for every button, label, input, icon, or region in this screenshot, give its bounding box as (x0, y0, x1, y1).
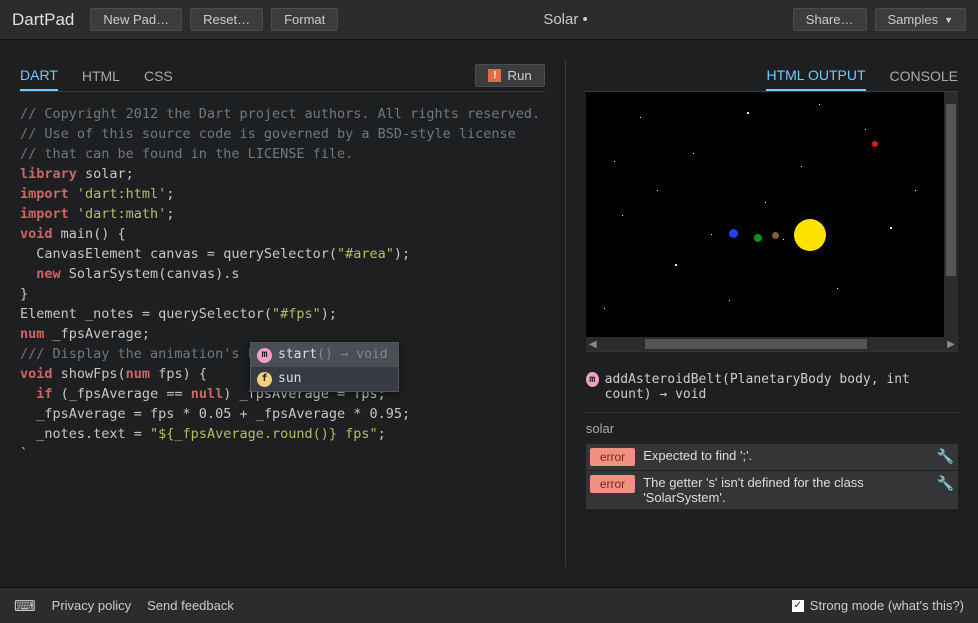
main-area: DART HTML CSS ! Run // Copyright 2012 th… (0, 40, 978, 587)
tab-css[interactable]: CSS (144, 62, 173, 90)
info-panel: m addAsteroidBelt(PlanetaryBody body, in… (586, 364, 958, 567)
signature-text: addAsteroidBelt(PlanetaryBody body, int … (605, 372, 958, 402)
code-line: void main() { (20, 224, 545, 244)
privacy-link[interactable]: Privacy policy (52, 598, 131, 613)
planet-red (872, 141, 878, 147)
tab-console[interactable]: CONSOLE (890, 62, 958, 90)
strong-mode-label: Strong mode (what's this?) (810, 598, 964, 613)
field-icon: f (257, 372, 272, 387)
error-row[interactable]: error Expected to find ';'. 🔧 (586, 444, 958, 471)
planet-green (754, 234, 762, 242)
autocomplete-popup: m start() → void f sun (250, 342, 399, 392)
code-line: CanvasElement canvas = querySelector("#a… (20, 244, 545, 264)
error-badge: error (590, 475, 635, 493)
autocomplete-item[interactable]: m start() → void (251, 343, 398, 367)
output-pane: HTML OUTPUT CONSOLE (586, 60, 958, 567)
chevron-down-icon: ▼ (944, 15, 953, 25)
new-pad-button[interactable]: New Pad… (90, 8, 182, 31)
error-row[interactable]: error The getter 's' isn't defined for t… (586, 471, 958, 510)
planet-brown (772, 232, 779, 239)
code-line: import 'dart:html'; (20, 184, 545, 204)
code-line: Element _notes = querySelector("#fps"); (20, 304, 545, 324)
method-icon: m (257, 348, 272, 363)
wrench-icon[interactable]: 🔧 (937, 448, 954, 465)
code-line: ` (20, 444, 545, 464)
tab-dart[interactable]: DART (20, 61, 58, 91)
feedback-link[interactable]: Send feedback (147, 598, 234, 613)
scroll-right-icon[interactable]: ▶ (944, 339, 958, 350)
output-canvas-area: ◀ ▶ (586, 92, 958, 352)
error-text: The getter 's' isn't defined for the cla… (643, 475, 928, 505)
format-button[interactable]: Format (271, 8, 338, 31)
checkbox-icon: ✓ (792, 600, 804, 612)
code-line: _fpsAverage = fps * 0.05 + _fpsAverage *… (20, 404, 545, 424)
pane-divider[interactable] (565, 60, 566, 567)
code-editor[interactable]: // Copyright 2012 the Dart project autho… (20, 92, 545, 567)
editor-tabs: DART HTML CSS ! Run (20, 60, 545, 92)
tab-html[interactable]: HTML (82, 62, 120, 90)
autocomplete-item[interactable]: f sun (251, 367, 398, 391)
keyboard-icon[interactable]: ⌨ (14, 597, 36, 615)
footer: ⌨ Privacy policy Send feedback ✓ Strong … (0, 587, 978, 623)
solar-canvas (586, 92, 944, 337)
error-text: Expected to find ';'. (643, 448, 928, 463)
strong-mode-toggle[interactable]: ✓ Strong mode (what's this?) (792, 598, 964, 613)
code-line: // Copyright 2012 the Dart project autho… (20, 104, 545, 124)
output-tabs: HTML OUTPUT CONSOLE (586, 60, 958, 92)
sun (794, 219, 826, 251)
code-line: _notes.text = "${_fpsAverage.round()} fp… (20, 424, 545, 444)
tab-html-output[interactable]: HTML OUTPUT (766, 61, 865, 91)
run-label: Run (507, 68, 531, 83)
doc-signature: m addAsteroidBelt(PlanetaryBody body, in… (586, 364, 958, 413)
scroll-left-icon[interactable]: ◀ (586, 339, 600, 350)
samples-dropdown[interactable]: Samples ▼ (875, 8, 967, 31)
top-toolbar: DartPad New Pad… Reset… Format Solar • S… (0, 0, 978, 40)
method-icon: m (586, 372, 599, 387)
code-line: // Use of this source code is governed b… (20, 124, 545, 144)
error-badge: error (590, 448, 635, 466)
planet-blue (729, 229, 738, 238)
code-line: // that can be found in the LICENSE file… (20, 144, 545, 164)
scrollbar-vertical[interactable] (944, 92, 958, 337)
source-label: solar (586, 413, 958, 444)
reset-button[interactable]: Reset… (190, 8, 263, 31)
warning-icon: ! (488, 69, 501, 82)
wrench-icon[interactable]: 🔧 (937, 475, 954, 492)
code-line: import 'dart:math'; (20, 204, 545, 224)
code-line: new SolarSystem(canvas).s (20, 264, 545, 284)
samples-label: Samples (888, 12, 939, 27)
code-line: num _fpsAverage; (20, 324, 545, 344)
app-title: DartPad (12, 10, 74, 30)
run-button[interactable]: ! Run (475, 64, 544, 87)
scrollbar-horizontal[interactable]: ◀ ▶ (586, 337, 958, 351)
file-title: Solar • (346, 11, 785, 28)
editor-pane: DART HTML CSS ! Run // Copyright 2012 th… (20, 60, 545, 567)
code-line: library solar; (20, 164, 545, 184)
share-button[interactable]: Share… (793, 8, 867, 31)
code-line: } (20, 284, 545, 304)
